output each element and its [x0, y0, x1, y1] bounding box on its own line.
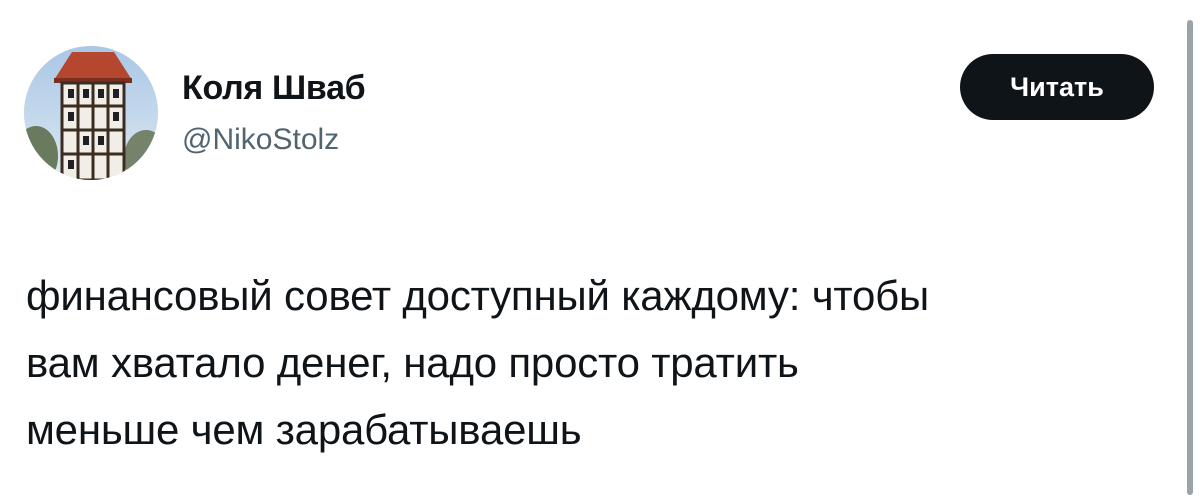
author-name[interactable]: Коля Шваб [182, 66, 366, 110]
tower-icon [24, 46, 158, 180]
avatar[interactable] [24, 46, 158, 180]
scrollbar[interactable] [1187, 20, 1193, 495]
tweet-text: финансовый совет доступный каждому: чтоб… [26, 272, 929, 453]
tweet-card: Коля Шваб @NikoStolz Читать финансовый с… [0, 0, 1202, 495]
author-handle[interactable]: @NikoStolz [182, 120, 339, 160]
follow-button[interactable]: Читать [960, 54, 1154, 120]
